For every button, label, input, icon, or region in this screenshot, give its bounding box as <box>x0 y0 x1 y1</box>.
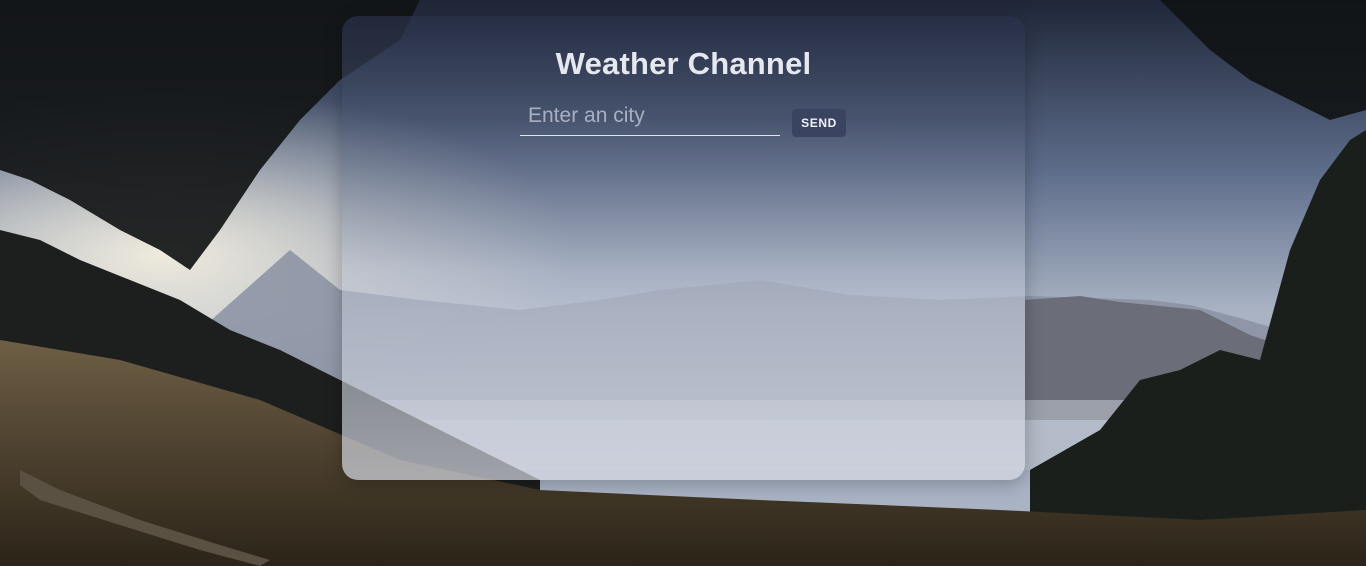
city-input[interactable] <box>520 96 780 136</box>
search-form: SEND <box>520 96 850 138</box>
weather-card: Weather Channel SEND <box>342 16 1025 480</box>
page-background: Weather Channel SEND <box>0 0 1366 566</box>
send-button[interactable]: SEND <box>792 109 846 137</box>
app-title: Weather Channel <box>555 46 812 81</box>
